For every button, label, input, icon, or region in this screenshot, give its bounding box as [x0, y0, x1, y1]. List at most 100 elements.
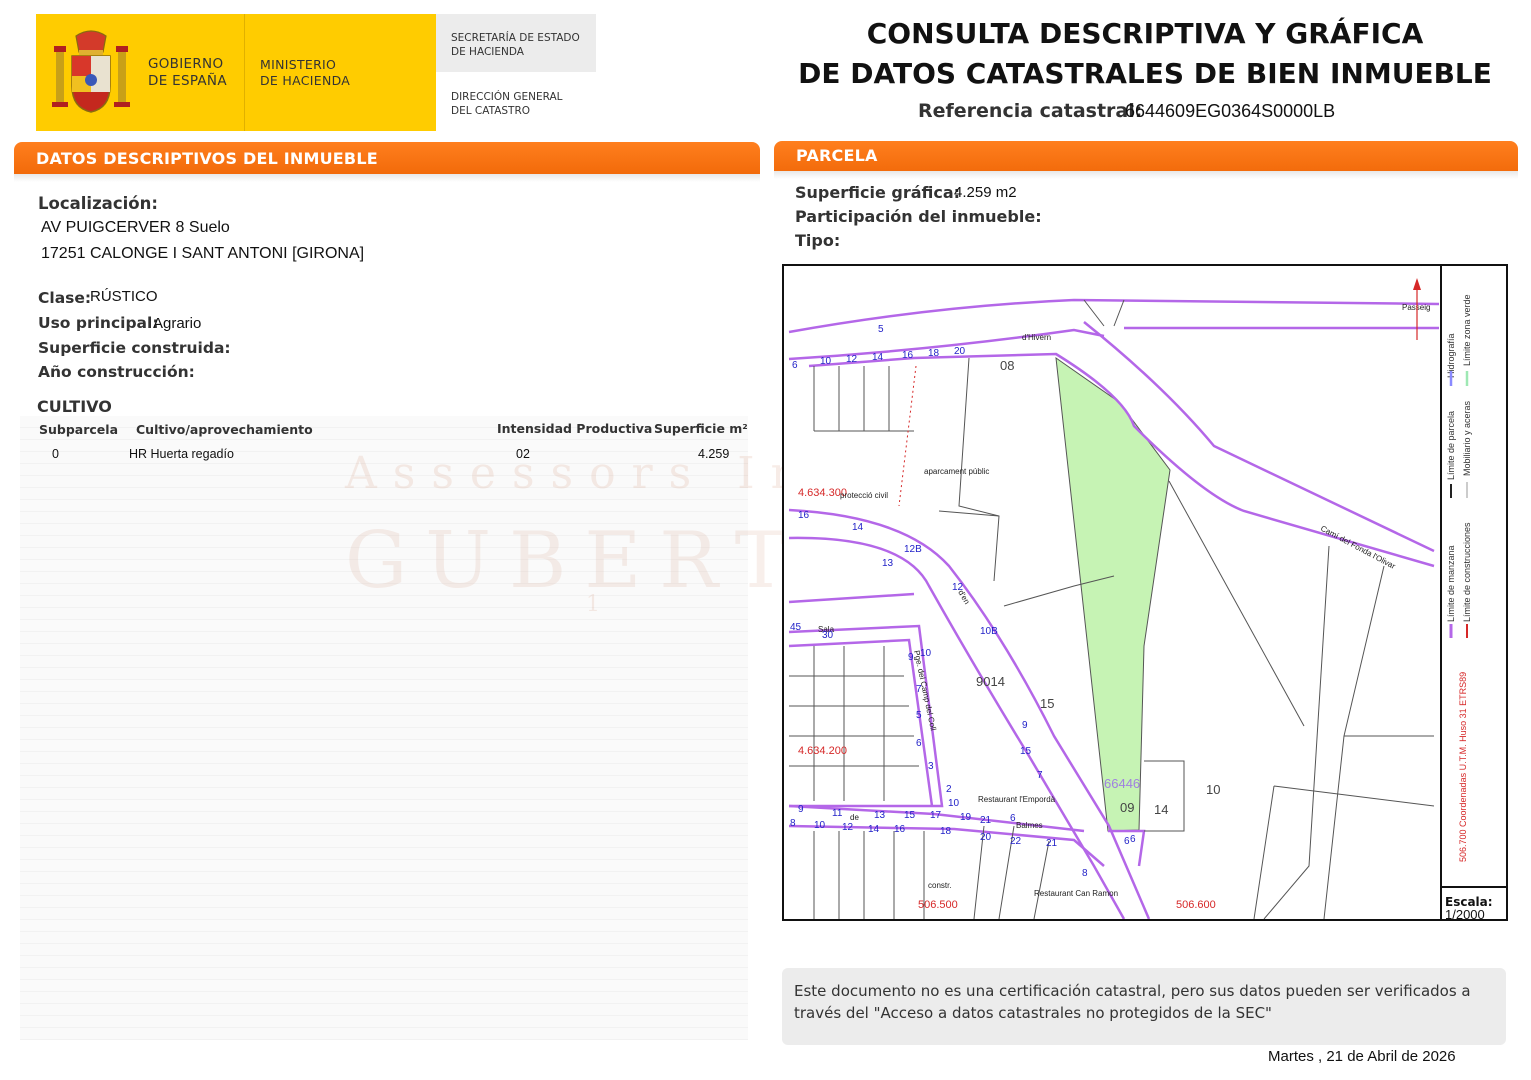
street-number: 6: [1124, 836, 1130, 847]
right-header-shadow: [774, 171, 1518, 179]
gobierno-text: GOBIERNO DE ESPAÑA: [148, 56, 227, 90]
label-aparcament: aparcament públic: [924, 467, 989, 476]
page-title: CONSULTA DESCRIPTIVA Y GRÁFICA DE DATOS …: [790, 14, 1500, 94]
label-balmes: Balmes: [1016, 821, 1043, 830]
disclaimer-notice: Este documento no es una certificación c…: [782, 968, 1506, 1045]
street-number: 30: [822, 630, 834, 641]
legend-limite-construcciones: Límite de construcciones: [1462, 522, 1472, 622]
cadastral-map[interactable]: 4.634.300 4.634.200 506.500 506.600 08 9…: [782, 264, 1508, 921]
document-date: Martes , 21 de Abril de 2026: [1268, 1048, 1456, 1065]
street-number: 6: [916, 738, 922, 749]
label-cami: Camí del Fonda l'Olivar: [1319, 524, 1397, 571]
street-number: 12B: [904, 544, 922, 555]
uso-principal-label: Uso principal:: [38, 314, 159, 332]
coord-e2: 506.600: [1176, 899, 1216, 911]
street-number: 2: [946, 784, 952, 795]
parcel-9014: 9014: [976, 674, 1005, 689]
title-line2: DE DATOS CATASTRALES DE BIEN INMUEBLE: [798, 57, 1492, 90]
hydro-line: [898, 365, 917, 507]
street-number: 45: [790, 622, 802, 633]
street-number: 18: [928, 348, 940, 359]
parcela-header: PARCELA: [774, 141, 1518, 173]
street-number: 8: [1082, 868, 1088, 879]
street-number: 19: [960, 812, 972, 823]
parcel-15: 15: [1040, 696, 1054, 711]
street-number: 21: [980, 815, 992, 826]
superficie-construida-label: Superficie construida:: [38, 339, 231, 357]
superficie-grafica-label: Superficie gráfica:: [795, 183, 961, 202]
label-de: de: [850, 813, 859, 822]
ministerio-text: MINISTERIO DE HACIENDA: [260, 57, 350, 89]
legend-limite-parcela: Límite de parcela: [1446, 411, 1456, 480]
table-row-cultivo: HR Huerta regadío: [129, 447, 234, 461]
street-number: 6: [792, 360, 798, 371]
street-number: 9: [1022, 720, 1028, 731]
clase-value: RÚSTICO: [90, 288, 158, 305]
label-proteccio: protecció civil: [840, 491, 888, 500]
clase-label: Clase:: [38, 289, 92, 307]
street-number: 12: [952, 582, 964, 593]
street-number: 8: [790, 818, 796, 829]
parcel-14: 14: [1154, 802, 1168, 817]
direccion-line2: DEL CATASTRO: [451, 105, 531, 117]
referencia-value: 6644609EG0364S0000LB: [1125, 101, 1336, 121]
cultivo-title: CULTIVO: [37, 397, 112, 416]
street-number: 5: [916, 710, 922, 721]
localizacion-label: Localización:: [38, 194, 158, 213]
street-number: 10: [820, 356, 832, 367]
secretaria-line1: SECRETARÍA DE ESTADO: [451, 32, 580, 44]
street-number: 6: [1010, 813, 1016, 824]
label-restaurant1: Restaurant l'Empordà: [978, 795, 1056, 804]
logo-divider: [244, 14, 245, 131]
street-number: 20: [954, 346, 966, 357]
gobierno-logo-block: GOBIERNO DE ESPAÑA MINISTERIO DE HACIEND…: [36, 14, 436, 131]
street-number: 6: [1130, 834, 1136, 845]
legend-zona-verde: Límite zona verde: [1462, 294, 1472, 366]
parcel-09: 09: [1120, 800, 1134, 815]
street-number: 10: [920, 648, 932, 659]
street-number: 7: [1037, 770, 1043, 781]
map-svg: 4.634.300 4.634.200 506.500 506.600 08 9…: [788, 278, 1472, 919]
table-row-subparcela: 0: [52, 447, 59, 461]
street-number: 16: [798, 510, 810, 521]
street-number: 20: [980, 832, 992, 843]
gobierno-line1: GOBIERNO: [148, 56, 224, 72]
superficie-grafica-value: 4.259 m2: [954, 184, 1017, 201]
coat-of-arms-icon: [52, 30, 130, 113]
street-number: 15: [1020, 746, 1032, 757]
legend-coordenadas: 506.700 Coordenadas U.T.M. Huso 31 ETRS8…: [1458, 672, 1468, 862]
col-cultivo: Cultivo/aprovechamiento: [136, 422, 313, 437]
label-constr: constr.: [928, 881, 952, 890]
street-number: 18: [940, 826, 952, 837]
address-line2: 17251 CALONGE I SANT ANTONI [GIRONA]: [41, 245, 365, 262]
legend-mobiliario: Mobiliario y aceras: [1462, 400, 1472, 476]
label-restaurant2: Restaurant Can Ramon: [1034, 889, 1118, 898]
label-hivern: d'Hivern: [1022, 333, 1051, 342]
street-number: 12: [846, 354, 858, 365]
street-number: 15: [904, 810, 916, 821]
uso-principal-value: Agrario: [153, 315, 202, 332]
street-number: 10: [814, 820, 826, 831]
direccion-general-text: DIRECCIÓN GENERAL DEL CATASTRO: [451, 90, 563, 118]
street-number: 16: [902, 350, 914, 361]
legend-separator: [1440, 266, 1442, 919]
parcel-10: 10: [1206, 782, 1220, 797]
col-superficie: Superficie m²: [654, 421, 748, 436]
coord-n2: 4.634.200: [798, 745, 847, 757]
label-passeig: Passeig: [1402, 303, 1430, 312]
street-number: 17: [930, 810, 942, 821]
ministerio-line2: DE HACIENDA: [260, 73, 351, 88]
cultivo-table-background: [20, 416, 748, 1040]
scale-separator: [1440, 886, 1506, 888]
direccion-line1: DIRECCIÓN GENERAL: [451, 91, 563, 103]
ministerio-line1: MINISTERIO: [260, 57, 337, 72]
street-number: 9: [798, 804, 804, 815]
col-subparcela: Subparcela: [39, 422, 119, 437]
street-number: 13: [874, 810, 886, 821]
street-number: 10B: [980, 626, 998, 637]
gobierno-line2: DE ESPAÑA: [148, 73, 227, 89]
referencia-label: Referencia catastral:: [918, 100, 1143, 122]
secretaria-text: SECRETARÍA DE ESTADO DE HACIENDA: [451, 31, 580, 59]
address-line1: AV PUIGCERVER 8 Suelo: [41, 219, 230, 236]
selected-parcel-shape: [1055, 356, 1171, 832]
